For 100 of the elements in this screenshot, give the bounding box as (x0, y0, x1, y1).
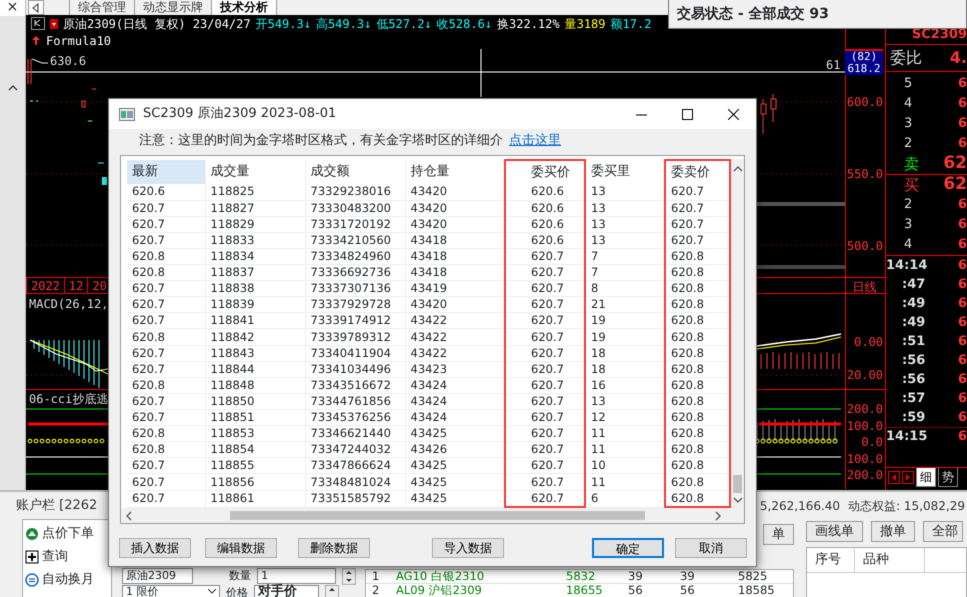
tick-price: 6 (958, 294, 967, 313)
candle (770, 94, 776, 122)
table-cell-text: 18585 (737, 584, 776, 597)
level-price: 6 (958, 95, 967, 114)
scroll-left-icon[interactable] (125, 510, 132, 520)
order-button[interactable]: 撤单 (871, 521, 915, 542)
table-cell: 620.7 (127, 296, 205, 313)
tick-price: 6 (958, 390, 967, 408)
contract-field[interactable]: 原油2309 (122, 568, 194, 584)
table-cell: 620.7 (505, 280, 585, 297)
quantity-field[interactable]: 1 (257, 568, 336, 584)
next-icon[interactable] (902, 471, 914, 484)
window-icon (119, 108, 135, 120)
dialog-button[interactable]: 编辑数据 (205, 538, 277, 558)
balance-text: 5,262,166.40 (760, 498, 840, 514)
table-cell: 620.7 (505, 361, 585, 378)
price-tag-value: 618.2 (846, 63, 882, 75)
tick-price: 6 (958, 352, 967, 370)
tab[interactable]: 细 (916, 468, 936, 487)
spinner-icon[interactable] (342, 568, 356, 584)
tab[interactable]: 综合管理 (70, 0, 135, 15)
table-cell: 11 (585, 442, 665, 458)
dialog-button[interactable]: 取消 (675, 538, 747, 558)
level-price: 6 (958, 75, 967, 94)
table-cell: 620.7 (505, 328, 585, 346)
table-cell: 11 (585, 474, 665, 490)
table-cell: 620.7 (127, 393, 205, 410)
price-field[interactable]: 对手价 (254, 585, 319, 597)
chevron-up-icon[interactable] (8, 84, 18, 91)
spinner-icon[interactable] (325, 585, 339, 597)
back-icon (32, 2, 40, 12)
column-header[interactable]: 成交量 (205, 160, 305, 184)
column-header[interactable]: 委买里 (585, 160, 665, 184)
table-cell: 620.7 (505, 248, 585, 265)
table-cell: 43425 (405, 490, 505, 507)
scroll-right-icon[interactable] (715, 510, 722, 520)
table-cell: 620.7 (127, 280, 205, 297)
menu-item[interactable]: 自动换月 (25, 570, 109, 590)
table-cell: 620.7 (127, 458, 205, 474)
quote-info-text: 高549.3↓ (316, 16, 372, 32)
scrollbar-thumb[interactable] (230, 511, 645, 520)
dialog-button[interactable]: 导入数据 (432, 538, 504, 558)
dialog-button[interactable]: 确定 (592, 538, 664, 558)
tick-price: 6 (958, 428, 967, 446)
table-cell: 73334824960 (305, 248, 405, 265)
table-cell: 43422 (405, 345, 505, 362)
table-cell-text: AL09 沪铝2309 (395, 584, 483, 597)
table-cell: 620.7 (505, 312, 585, 329)
menu-item[interactable]: 点价下单 (25, 524, 109, 544)
dialog-button[interactable]: 插入数据 (119, 538, 191, 558)
order-button[interactable]: 全部 (923, 521, 963, 542)
tick-time: :56 (902, 352, 926, 370)
column-header[interactable]: 委买价 (505, 160, 585, 184)
table-cell: 43418 (405, 248, 505, 265)
price-label: 61 (826, 59, 840, 71)
table-cell: 118855 (205, 458, 305, 474)
table-cell: 118841 (205, 312, 305, 329)
table-cell: 118839 (205, 296, 305, 313)
table-cell: 43426 (405, 442, 505, 458)
level-price: 62 (943, 173, 967, 196)
tick-price: 6 (958, 314, 967, 332)
table-cell: 8 (585, 280, 665, 297)
help-link[interactable]: 点击这里 (509, 131, 561, 151)
table-cell: 73337307136 (305, 280, 405, 297)
table-cell: 620.7 (505, 393, 585, 410)
scrollbar-thumb[interactable] (733, 475, 742, 493)
table-cell: 620.8 (127, 377, 205, 394)
scroll-up-icon[interactable] (732, 165, 742, 172)
table-cell: 73343516672 (305, 377, 405, 394)
order-button[interactable]: 画线单 (806, 521, 863, 542)
table-cell: 73344761856 (305, 393, 405, 410)
maximize-icon (682, 108, 692, 120)
table-cell-text: 39 (679, 570, 696, 583)
table-cell: 118842 (205, 328, 305, 346)
order-type-select[interactable]: 1 限价 (122, 585, 220, 597)
table-cell: 620.6 (505, 184, 585, 200)
tab[interactable]: 势 (938, 468, 958, 487)
back-button[interactable] (28, 0, 44, 15)
close-icon (728, 108, 738, 120)
caret-icon (208, 589, 216, 594)
table-cell: 620.7 (127, 361, 205, 378)
table-cell: 73330483200 (305, 200, 405, 216)
tick-time: :57 (902, 390, 926, 408)
order-button[interactable]: 单 (763, 524, 794, 545)
previous-icon[interactable] (888, 471, 900, 484)
close-button[interactable]: × (0, 0, 25, 16)
column-header[interactable]: 持仓量 (405, 160, 505, 184)
tick-price: 6 (958, 408, 967, 427)
axis-label: 100.0 (846, 418, 883, 434)
tab[interactable]: 技术分析 (212, 0, 277, 15)
table-cell: 73339174912 (305, 312, 405, 329)
column-header[interactable]: 成交额 (305, 160, 405, 184)
tick-time: :59 (902, 408, 926, 427)
level-price: 6 (958, 236, 967, 254)
period-icon[interactable] (31, 17, 45, 30)
dialog-button[interactable]: 删除数据 (298, 538, 370, 558)
menu-item[interactable]: 查询 (25, 547, 109, 567)
column-header[interactable]: 最新 (127, 160, 205, 184)
scroll-down-icon[interactable] (732, 497, 742, 504)
dropdown-icon[interactable] (50, 18, 58, 28)
